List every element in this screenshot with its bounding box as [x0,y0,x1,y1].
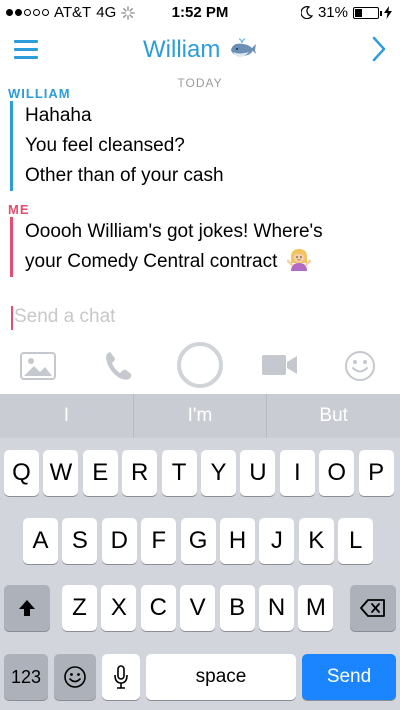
message-lines: Ooooh William's got jokes! Where's your … [10,217,400,277]
suggestion-item[interactable]: I [0,394,134,438]
suggestion-item[interactable]: But [267,394,400,438]
photo-icon[interactable] [20,352,56,385]
key-h[interactable]: H [220,518,255,564]
battery-icon [353,6,382,19]
key-n[interactable]: N [259,585,294,631]
phone-icon[interactable] [104,350,134,387]
key-a[interactable]: A [23,518,58,564]
suggestion-item[interactable]: I'm [134,394,268,438]
contact-name: William [143,36,221,63]
message-group-me: ME Ooooh William's got jokes! Where's yo… [0,202,400,277]
key-q[interactable]: Q [4,450,39,496]
key-x[interactable]: X [101,585,137,631]
whale-icon [231,38,256,57]
status-right: 31% [300,4,392,21]
shift-arrow-icon[interactable] [4,585,50,631]
key-k[interactable]: K [298,518,334,564]
key-w[interactable]: W [43,450,79,496]
message-text: Hahaha [25,105,92,126]
status-bar: AT&T 4G 1:52 PM 31% [0,0,400,26]
key-v[interactable]: V [180,585,216,631]
message-group-william: WILLIAM Hahaha You feel cleansed? Other … [0,86,400,191]
text-caret [11,306,13,330]
key-i[interactable]: I [279,450,315,496]
key-y[interactable]: Y [201,450,236,496]
key-u[interactable]: U [240,450,276,496]
contact-title[interactable]: William [0,36,400,64]
capture-circle-icon[interactable] [176,341,224,394]
key-d[interactable]: D [101,518,137,564]
key-p[interactable]: P [358,450,394,496]
key-m[interactable]: M [298,585,334,631]
key-l[interactable]: L [338,518,374,564]
charging-bolt-icon [384,6,392,19]
key-b[interactable]: B [219,585,255,631]
smiley-icon[interactable] [344,350,376,387]
key-o[interactable]: O [319,450,355,496]
message-text-with-emoji: your Comedy Central contract [25,247,400,277]
send-key[interactable]: Send [302,654,396,700]
chevron-right-icon[interactable] [372,36,386,67]
woman-shrugging-emoji [286,249,311,271]
keyboard: I I'm But Q W E R T Y U I O P A S D F G H J K L Z X C V B N M 123 s… [0,394,400,710]
video-icon[interactable] [262,354,298,381]
chat-input[interactable] [14,302,384,332]
key-t[interactable]: T [161,450,197,496]
key-e[interactable]: E [82,450,118,496]
message-text: You feel cleansed? [25,135,185,156]
key-z[interactable]: Z [62,585,97,631]
moon-icon [300,6,313,19]
chat-tools [0,338,400,394]
microphone-icon[interactable] [102,654,140,700]
message-text: your Comedy Central contract [25,251,278,272]
key-f[interactable]: F [141,518,177,564]
battery-fill [355,8,362,17]
sender-label: WILLIAM [8,86,71,101]
message-text: Ooooh William's got jokes! Where's [25,221,323,242]
space-key[interactable]: space [146,654,296,700]
suggestion-bar: I I'm But [0,394,400,438]
battery-percent: 31% [317,4,348,21]
key-g[interactable]: G [180,518,216,564]
message-text: Other than of your cash [25,165,224,186]
sender-label: ME [8,202,30,217]
key-c[interactable]: C [140,585,176,631]
key-j[interactable]: J [259,518,295,564]
emoji-keyboard-icon[interactable] [54,654,96,700]
key-r[interactable]: R [122,450,158,496]
numbers-key[interactable]: 123 [4,654,48,700]
chat-header: William [0,26,400,78]
key-s[interactable]: S [62,518,98,564]
message-lines: Hahaha You feel cleansed? Other than of … [10,101,400,191]
chat-input-row [0,298,400,338]
backspace-icon[interactable] [350,585,396,631]
